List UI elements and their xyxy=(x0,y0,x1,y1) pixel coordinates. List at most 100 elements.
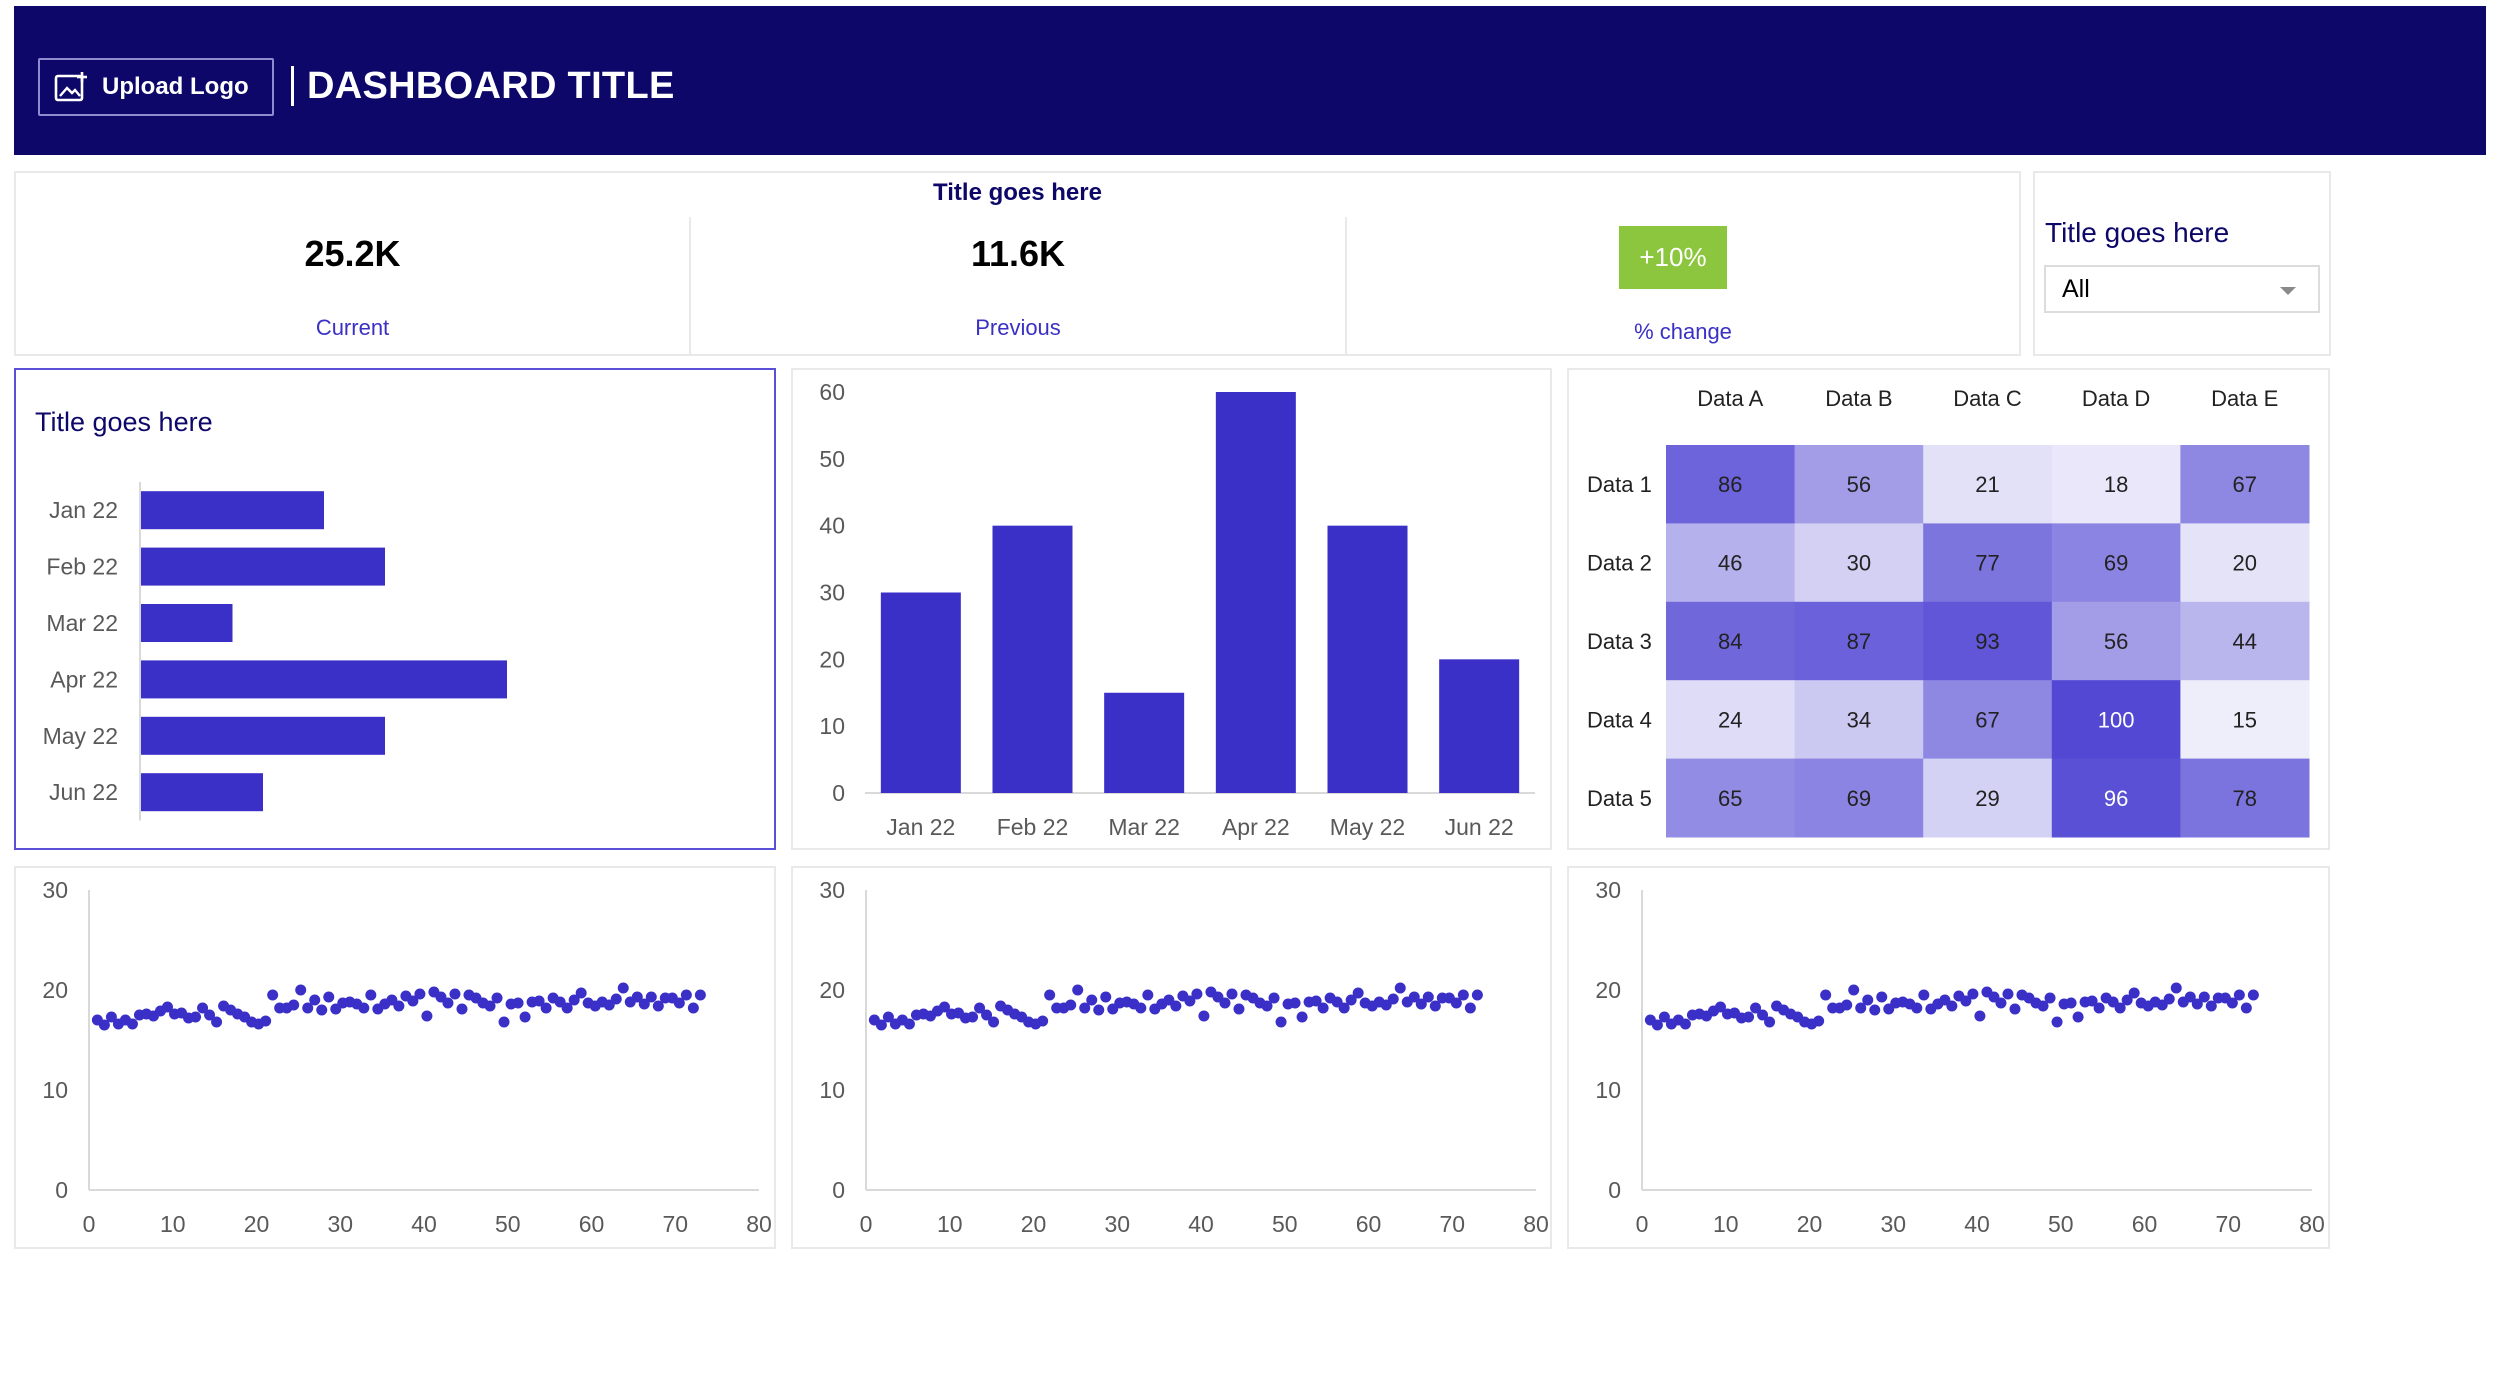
scatter-y-tick: 0 xyxy=(55,1177,68,1203)
scatter-chart-1: 0 10 20 30 0 10 20 30 40 50 60 70 80 xyxy=(42,877,771,1237)
scatter-panel-1: 0 10 20 30 0 10 20 30 40 50 60 70 80 xyxy=(14,866,776,1249)
scatter-point xyxy=(1679,1018,1691,1030)
scatter-point xyxy=(126,1018,138,1030)
scatter-chart-3: 0 10 20 30 0 10 20 30 40 50 60 70 80 xyxy=(1595,877,2324,1237)
filter-dropdown[interactable]: All xyxy=(2044,265,2320,313)
heatmap-chart: Data A Data B Data C Data D Data E Data 1 86 56… xyxy=(1587,386,2310,838)
scatter-point xyxy=(1093,1004,1105,1016)
scatter-point xyxy=(1219,997,1231,1009)
scatter-point xyxy=(2128,987,2140,999)
scatter-point xyxy=(316,1004,328,1016)
vbar-x-tick: Feb 22 xyxy=(997,814,1069,840)
vbar-x-tick: May 22 xyxy=(1330,814,1405,840)
scatter-point xyxy=(1764,1016,1776,1028)
scatter-point xyxy=(1862,994,1874,1006)
scatter-point xyxy=(1869,1004,1881,1016)
scatter-point xyxy=(2002,988,2014,1000)
filter-title: Title goes here xyxy=(2045,217,2230,248)
scatter-y-tick: 20 xyxy=(819,977,845,1003)
vbar-panel: 0 10 20 30 40 50 60 Jan 22 Feb 22 Mar 22 Apr 22 May… xyxy=(791,368,1552,850)
scatter-point xyxy=(1296,1011,1308,1023)
scatter-x-tick: 70 xyxy=(1439,1211,1465,1237)
scatter-point xyxy=(1198,1010,1210,1022)
heatmap-cell-value: 20 xyxy=(2232,551,2256,576)
scatter-x-tick: 0 xyxy=(1636,1211,1649,1237)
heatmap-cell-value: 46 xyxy=(1718,551,1742,576)
scatter-point xyxy=(442,997,454,1009)
scatter-point xyxy=(1918,989,1930,1001)
scatter-point xyxy=(2240,1002,2252,1014)
vbar-bar xyxy=(1439,659,1520,793)
scatter-point xyxy=(498,1016,510,1028)
heatmap-column-label: Data A xyxy=(1697,386,1763,411)
scatter-point xyxy=(680,989,692,1001)
scatter-point xyxy=(1065,999,1077,1011)
scatter-x-tick: 0 xyxy=(83,1211,96,1237)
heatmap-cell-value: 24 xyxy=(1718,707,1742,732)
scatter-x-tick: 40 xyxy=(411,1211,437,1237)
scatter-point xyxy=(512,997,524,1009)
scatter-x-tick: 30 xyxy=(1104,1211,1130,1237)
scatter-point xyxy=(1233,1003,1245,1015)
scatter-point xyxy=(1268,992,1280,1004)
scatter-point xyxy=(2093,1002,2105,1014)
scatter-x-tick: 30 xyxy=(327,1211,353,1237)
scatter-point xyxy=(414,988,426,1000)
scatter-point xyxy=(1911,1002,1923,1014)
scatter-point xyxy=(323,991,335,1003)
scatter-point xyxy=(365,989,377,1001)
scatter-point xyxy=(1813,1015,1825,1027)
vbar-y-tick: 20 xyxy=(819,646,845,672)
vbar-y-tick: 40 xyxy=(819,513,845,539)
scatter-point xyxy=(1464,1002,1476,1014)
hbar-category-label: Apr 22 xyxy=(50,666,118,692)
scatter-point xyxy=(190,1011,202,1023)
scatter-point xyxy=(1352,987,1364,999)
scatter-point xyxy=(1471,989,1483,1001)
scatter-x-tick: 80 xyxy=(1523,1211,1549,1237)
scatter-point xyxy=(1226,988,1238,1000)
scatter-point xyxy=(1275,1016,1287,1028)
scatter-point xyxy=(491,992,503,1004)
scatter-point xyxy=(1848,984,1860,996)
upload-logo-button[interactable]: Upload Logo xyxy=(38,58,274,116)
scatter-x-tick: 40 xyxy=(1188,1211,1214,1237)
scatter-point xyxy=(421,1010,433,1022)
scatter-point xyxy=(903,1018,915,1030)
heatmap-panel: Data A Data B Data C Data D Data E Data 1 86 56… xyxy=(1567,368,2330,850)
scatter-point xyxy=(1841,999,1853,1011)
scatter-point xyxy=(1387,993,1399,1005)
heatmap-cell-value: 69 xyxy=(1847,786,1871,811)
vbar-bar xyxy=(1327,525,1408,793)
heatmap-row-label: Data 2 xyxy=(1587,551,1652,576)
vbar-x-tick: Jun 22 xyxy=(1445,814,1514,840)
heatmap-cell-value: 100 xyxy=(2098,707,2135,732)
heatmap-cell-value: 30 xyxy=(1847,551,1871,576)
filter-selected-value: All xyxy=(2062,274,2090,303)
vbar-y-tick: 10 xyxy=(819,713,845,739)
scatter-x-tick: 10 xyxy=(1713,1211,1739,1237)
scatter-x-tick: 20 xyxy=(1021,1211,1047,1237)
scatter-point xyxy=(2233,989,2245,1001)
scatter-point xyxy=(309,994,321,1006)
scatter-panel-2: 0 10 20 30 0 10 20 30 40 50 60 70 80 xyxy=(791,866,1552,1249)
scatter-point xyxy=(1995,997,2007,1009)
scatter-point xyxy=(519,1011,531,1023)
heatmap-cell-value: 84 xyxy=(1718,629,1742,654)
vbar-chart: 0 10 20 30 40 50 60 Jan 22 Feb 22 Mar 22 Apr 22 May… xyxy=(819,379,1535,840)
heatmap-cell-value: 44 xyxy=(2232,629,2256,654)
heatmap-cell-value: 34 xyxy=(1847,707,1871,732)
hbar-category-label: Jan 22 xyxy=(49,497,118,523)
scatter-point xyxy=(260,1015,272,1027)
scatter-point xyxy=(1317,1002,1329,1014)
scatter-point xyxy=(358,1002,370,1014)
scatter-point xyxy=(1072,984,1084,996)
heatmap-cell-value: 29 xyxy=(1975,786,1999,811)
scatter-x-tick: 70 xyxy=(2215,1211,2241,1237)
scatter-point xyxy=(988,1016,1000,1028)
scatter-x-tick: 0 xyxy=(860,1211,873,1237)
scatter-point xyxy=(1422,991,1434,1003)
hbar-bar xyxy=(141,716,385,755)
change-badge: +10% xyxy=(1619,226,1727,289)
scatter-point xyxy=(2009,1003,2021,1015)
